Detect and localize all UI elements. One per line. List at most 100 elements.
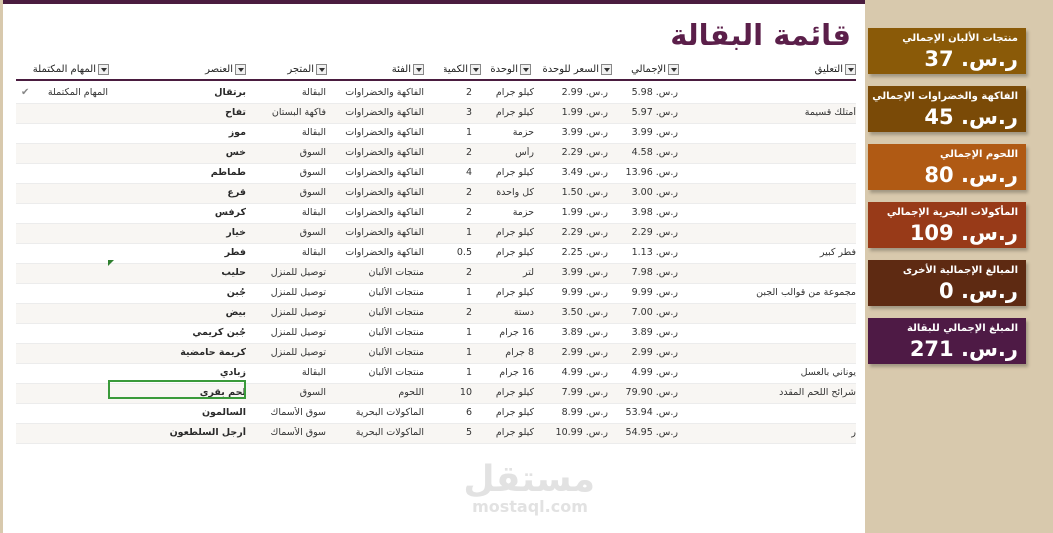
cell-category[interactable]: منتجات الألبان [336, 367, 424, 378]
cell-item[interactable]: برتقال [166, 87, 246, 98]
cell-unit[interactable]: 8 جرام [481, 347, 534, 358]
cell-item[interactable]: قرع [166, 187, 246, 198]
cell-store[interactable]: البقالة [256, 127, 326, 138]
cell-store[interactable]: توصيل للمنزل [256, 267, 326, 278]
cell-category[interactable]: الفاكهة والخضراوات [336, 167, 424, 178]
column-header-qty[interactable]: الكمية [444, 63, 481, 78]
cell-qty[interactable]: 2 [446, 87, 472, 98]
cell-note[interactable]: مجموعة من قوالب الجبن [706, 287, 856, 298]
cell-category[interactable]: اللحوم [336, 387, 424, 398]
cell-unit-price[interactable]: ر.س. 4.99 [536, 367, 608, 378]
column-header-store[interactable]: المتجر [256, 63, 327, 78]
column-header-unit-price[interactable]: السعر للوحدة [532, 63, 612, 78]
cell-unit[interactable]: كيلو جرام [481, 427, 534, 438]
table-row[interactable]: ر.س. 2.29 ر.س. 2.29 كيلو جرام 1 الفاكهة والخ… [16, 224, 856, 244]
cell-unit-price[interactable]: ر.س. 7.99 [536, 387, 608, 398]
cell-unit[interactable]: كيلو جرام [481, 407, 534, 418]
cell-unit[interactable]: كيلو جرام [481, 387, 534, 398]
cell-note[interactable]: ر [706, 427, 856, 438]
filter-dropdown-icon[interactable] [98, 64, 109, 75]
cell-total[interactable]: ر.س. 3.00 [626, 187, 678, 198]
cell-category[interactable]: منتجات الألبان [336, 267, 424, 278]
cell-qty[interactable]: 3 [446, 107, 472, 118]
cell-total[interactable]: ر.س. 1.13 [626, 247, 678, 258]
cell-unit-price[interactable]: ر.س. 1.99 [536, 107, 608, 118]
cell-qty[interactable]: 5 [446, 427, 472, 438]
table-row[interactable]: أمتلك قسيمة ر.س. 5.97 ر.س. 1.99 كيلو جرام 3 ا… [16, 104, 856, 124]
cell-unit[interactable]: حزمة [481, 207, 534, 218]
cell-done[interactable]: المهام المكتملة [36, 87, 108, 98]
cell-qty[interactable]: 2 [446, 267, 472, 278]
cell-qty[interactable]: 4 [446, 167, 472, 178]
cell-store[interactable]: توصيل للمنزل [256, 347, 326, 358]
cell-store[interactable]: السوق [256, 187, 326, 198]
cell-total[interactable]: ر.س. 54.95 [626, 427, 678, 438]
table-row[interactable]: فطر كبير ر.س. 1.13 ر.س. 2.25 كيلو جرام 0.5 ال… [16, 244, 856, 264]
cell-category[interactable]: الفاكهة والخضراوات [336, 87, 424, 98]
cell-qty[interactable]: 1 [446, 127, 472, 138]
cell-qty[interactable]: 0.5 [446, 247, 472, 258]
cell-store[interactable]: فاكهة البستان [256, 107, 326, 118]
table-row[interactable]: ر.س. 5.98 ر.س. 2.99 كيلو جرام 2 الفاكهة والخ… [16, 84, 856, 104]
cell-category[interactable]: المأكولات البحرية [336, 427, 424, 438]
cell-unit[interactable]: رأس [481, 147, 534, 158]
cell-item[interactable]: كريمة حامضية [166, 347, 246, 358]
cell-unit[interactable]: كيلو جرام [481, 167, 534, 178]
table-row[interactable]: ر.س. 13.96 ر.س. 3.49 كيلو جرام 4 الفاكهة وال… [16, 164, 856, 184]
cell-note[interactable]: يوناني بالعسل [706, 367, 856, 378]
cell-unit-price[interactable]: ر.س. 9.99 [536, 287, 608, 298]
cell-qty[interactable]: 1 [446, 327, 472, 338]
cell-note[interactable]: شرائح اللحم المقدد [706, 387, 856, 398]
cell-store[interactable]: توصيل للمنزل [256, 287, 326, 298]
cell-qty[interactable]: 6 [446, 407, 472, 418]
cell-category[interactable]: الفاكهة والخضراوات [336, 207, 424, 218]
selected-cell-outline[interactable] [108, 380, 246, 399]
filter-dropdown-icon[interactable] [668, 64, 679, 75]
cell-category[interactable]: منتجات الألبان [336, 347, 424, 358]
cell-item[interactable]: فطر [166, 247, 246, 258]
cell-unit[interactable]: حزمة [481, 127, 534, 138]
cell-category[interactable]: الفاكهة والخضراوات [336, 247, 424, 258]
table-row[interactable]: ر ر.س. 54.95 ر.س. 10.99 كيلو جرام 5 المأكولات… [16, 424, 856, 444]
cell-total[interactable]: ر.س. 3.98 [626, 207, 678, 218]
cell-unit-price[interactable]: ر.س. 1.99 [536, 207, 608, 218]
table-row[interactable]: ر.س. 7.00 ر.س. 3.50 دستة 2 منتجات الألبان توص… [16, 304, 856, 324]
cell-item[interactable]: موز [166, 127, 246, 138]
table-row[interactable]: ر.س. 3.00 ر.س. 1.50 كل واحدة 2 الفاكهة والخض… [16, 184, 856, 204]
cell-unit-price[interactable]: ر.س. 2.99 [536, 87, 608, 98]
cell-total[interactable]: ر.س. 2.99 [626, 347, 678, 358]
cell-qty[interactable]: 2 [446, 207, 472, 218]
cell-store[interactable]: السوق [256, 147, 326, 158]
cell-note[interactable]: فطر كبير [706, 247, 856, 258]
cell-unit[interactable]: كل واحدة [481, 187, 534, 198]
cell-total[interactable]: ر.س. 9.99 [626, 287, 678, 298]
filter-dropdown-icon[interactable] [470, 64, 481, 75]
table-row[interactable]: ر.س. 3.98 ر.س. 1.99 حزمة 2 الفاكهة والخضراوا… [16, 204, 856, 224]
cell-total[interactable]: ر.س. 4.99 [626, 367, 678, 378]
cell-qty[interactable]: 1 [446, 367, 472, 378]
cell-total[interactable]: ر.س. 5.97 [626, 107, 678, 118]
cell-qty[interactable]: 1 [446, 227, 472, 238]
column-header-item[interactable]: العنصر [176, 63, 246, 78]
cell-qty[interactable]: 2 [446, 187, 472, 198]
column-header-done[interactable]: المهام المكتملة [16, 63, 109, 78]
cell-unit-price[interactable]: ر.س. 3.49 [536, 167, 608, 178]
cell-unit-price[interactable]: ر.س. 3.99 [536, 127, 608, 138]
cell-store[interactable]: السوق [256, 387, 326, 398]
cell-unit-price[interactable]: ر.س. 2.29 [536, 147, 608, 158]
cell-unit[interactable]: كيلو جرام [481, 227, 534, 238]
filter-dropdown-icon[interactable] [601, 64, 612, 75]
cell-unit[interactable]: كيلو جرام [481, 287, 534, 298]
cell-item[interactable]: جُبن [166, 287, 246, 298]
cell-item[interactable]: السالمون [166, 407, 246, 418]
column-header-note[interactable]: التعليق [773, 63, 856, 78]
filter-dropdown-icon[interactable] [316, 64, 327, 75]
cell-total[interactable]: ر.س. 5.98 [626, 87, 678, 98]
table-row[interactable]: ر.س. 2.99 ر.س. 2.99 8 جرام 1 منتجات الألبان ت… [16, 344, 856, 364]
cell-store[interactable]: سوق الأسماك [256, 427, 327, 438]
cell-category[interactable]: منتجات الألبان [336, 287, 424, 298]
cell-total[interactable]: ر.س. 7.00 [626, 307, 678, 318]
cell-qty[interactable]: 10 [446, 387, 472, 398]
cell-total[interactable]: ر.س. 79.90 [626, 387, 678, 398]
cell-unit[interactable]: 16 جرام [481, 367, 534, 378]
